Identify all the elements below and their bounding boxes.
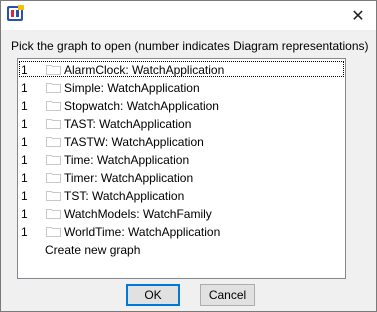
- create-new-graph-item[interactable]: Create new graph: [18, 240, 345, 258]
- diagram-count: 1: [21, 153, 28, 167]
- ok-button-label: OK: [144, 288, 162, 302]
- cancel-button[interactable]: Cancel: [200, 284, 255, 306]
- diagram-count: 1: [21, 135, 28, 149]
- graph-list-item[interactable]: 1 Timer: WatchApplication: [18, 168, 345, 186]
- diagram-count: 1: [21, 99, 28, 113]
- diagram-count: 1: [21, 171, 28, 185]
- graph-list-item[interactable]: 1 WatchModels: WatchFamily: [18, 204, 345, 222]
- graph-name-label: TST: WatchApplication: [64, 189, 185, 203]
- graph-list-item[interactable]: 1 Time: WatchApplication: [18, 150, 345, 168]
- close-button[interactable]: ✕: [340, 1, 376, 30]
- graph-list-item[interactable]: 1 Simple: WatchApplication: [18, 78, 345, 96]
- folder-icon: [46, 137, 61, 147]
- folder-icon: [46, 209, 61, 219]
- close-icon: ✕: [351, 7, 365, 25]
- graph-name-label: Time: WatchApplication: [64, 153, 190, 167]
- graph-name-label: Simple: WatchApplication: [64, 81, 200, 95]
- graph-name-label: Timer: WatchApplication: [64, 171, 194, 185]
- cancel-button-label: Cancel: [208, 288, 247, 302]
- dialog-prompt: Pick the graph to open (number indicates…: [11, 39, 369, 53]
- pick-graph-dialog: ✕ Pick the graph to open (number indicat…: [0, 0, 377, 312]
- ok-button[interactable]: OK: [126, 284, 180, 306]
- diagram-count: 1: [21, 207, 28, 221]
- graph-list-item[interactable]: 1 WorldTime: WatchApplication: [18, 222, 345, 240]
- graph-list-item[interactable]: 1 TAST: WatchApplication: [18, 114, 345, 132]
- folder-icon: [46, 173, 61, 183]
- graph-name-label: TAST: WatchApplication: [64, 117, 192, 131]
- app-logo-icon: [7, 5, 24, 21]
- graph-list[interactable]: 1 AlarmClock: WatchApplication 1 Simple: Wa…: [17, 58, 346, 279]
- title-bar: ✕: [1, 1, 376, 30]
- folder-icon: [46, 83, 61, 93]
- folder-icon: [46, 119, 61, 129]
- graph-name-label: AlarmClock: WatchApplication: [64, 63, 225, 77]
- graph-list-item[interactable]: 1 TST: WatchApplication: [18, 186, 345, 204]
- graph-list-item[interactable]: 1 TASTW: WatchApplication: [18, 132, 345, 150]
- diagram-count: 1: [21, 225, 28, 239]
- diagram-count: 1: [21, 81, 28, 95]
- graph-name-label: TASTW: WatchApplication: [64, 135, 204, 149]
- create-new-graph-label: Create new graph: [45, 243, 141, 257]
- folder-icon: [46, 191, 61, 201]
- graph-name-label: Stopwatch: WatchApplication: [64, 99, 219, 113]
- folder-icon: [46, 101, 61, 111]
- folder-icon: [46, 65, 61, 75]
- graph-list-item[interactable]: 1 AlarmClock: WatchApplication: [18, 60, 345, 78]
- folder-icon: [46, 227, 61, 237]
- diagram-count: 1: [21, 63, 28, 77]
- graph-name-label: WatchModels: WatchFamily: [64, 207, 212, 221]
- graph-list-item[interactable]: 1 Stopwatch: WatchApplication: [18, 96, 345, 114]
- diagram-count: 1: [21, 117, 28, 131]
- folder-icon: [46, 155, 61, 165]
- graph-name-label: WorldTime: WatchApplication: [64, 225, 221, 239]
- diagram-count: 1: [21, 189, 28, 203]
